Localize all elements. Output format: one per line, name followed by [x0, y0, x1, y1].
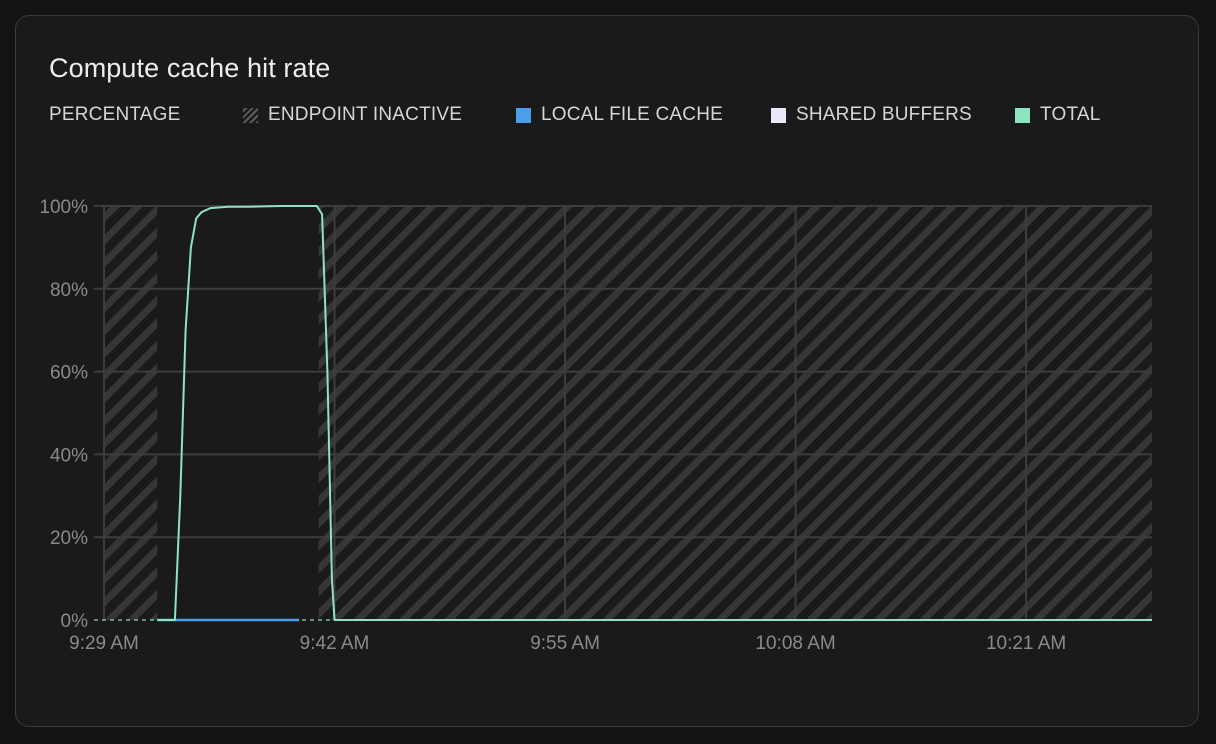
- inactive-region-0: [104, 206, 158, 620]
- x-tick-label: 9:29 AM: [69, 633, 139, 654]
- y-tick-label: 100%: [39, 197, 88, 218]
- y-tick-label: 40%: [50, 445, 88, 466]
- x-tick-label: 9:42 AM: [300, 633, 370, 654]
- y-tick-label: 80%: [50, 280, 88, 301]
- x-tick-label: 10:21 AM: [986, 633, 1066, 654]
- y-tick-label: 0%: [61, 611, 89, 632]
- x-tick-label: 9:55 AM: [530, 633, 600, 654]
- x-tick-label: 10:08 AM: [755, 633, 835, 654]
- line-chart: 0% 20% 40% 60% 80% 100% 9:29 AM 9:42 AM 9:55 AM 1…: [39, 197, 1152, 654]
- y-tick-label: 60%: [50, 363, 88, 384]
- y-tick-label: 20%: [50, 528, 88, 549]
